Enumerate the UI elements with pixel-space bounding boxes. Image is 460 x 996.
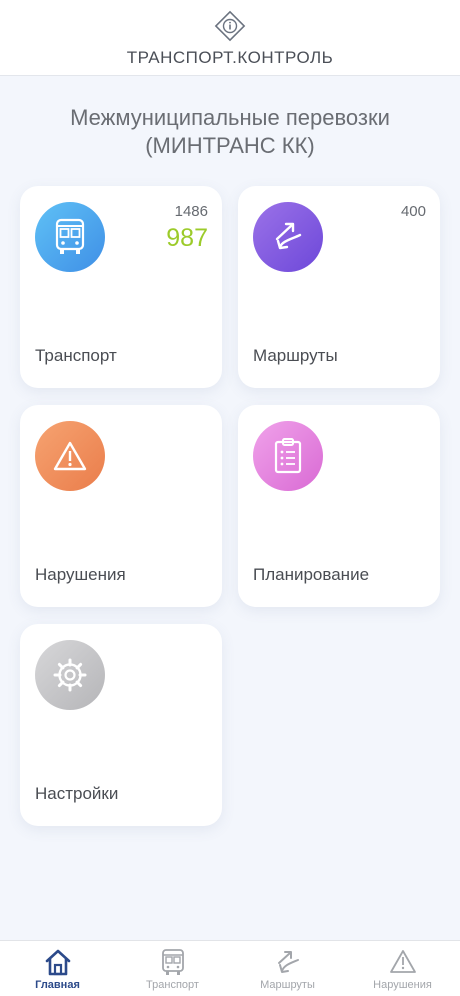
clipboard-icon (253, 421, 323, 491)
home-icon (45, 949, 71, 976)
tile-planning[interactable]: Планирование (238, 405, 440, 607)
route-icon (278, 951, 299, 973)
tab-transport[interactable]: Транспорт (115, 941, 230, 996)
tile-violations[interactable]: Нарушения (20, 405, 222, 607)
tile-settings-label: Настройки (35, 784, 119, 803)
tab-routes-label: Маршруты (260, 979, 315, 991)
bus-icon (35, 202, 105, 272)
route-icon (253, 202, 323, 272)
tile-violations-label: Нарушения (35, 565, 126, 584)
page-title-line1: Межмуниципальные перевозки (70, 105, 390, 130)
tile-transport[interactable]: 1486 987 Транспорт (20, 186, 222, 388)
app-title: ТРАНСПОРТ.КОНТРОЛЬ (126, 48, 334, 67)
bus-icon (162, 949, 184, 975)
tab-violations[interactable]: Нарушения (345, 941, 460, 996)
warning-icon (390, 950, 416, 973)
tab-transport-label: Транспорт (146, 979, 199, 991)
tab-home[interactable]: Главная (0, 941, 115, 996)
transport-total-count: 1486 (174, 203, 208, 220)
page-title-line2: (МИНТРАНС КК) (145, 133, 315, 158)
bottom-tab-bar: Главная Транспорт Маршруты Нарушения (0, 940, 460, 996)
tab-home-label: Главная (35, 979, 80, 991)
app-header: ТРАНСПОРТ.КОНТРОЛЬ (0, 0, 460, 76)
gear-icon (35, 640, 105, 710)
tile-transport-label: Транспорт (35, 346, 117, 365)
tab-routes[interactable]: Маршруты (230, 941, 345, 996)
routes-total-count: 400 (400, 203, 426, 220)
page-title: Межмуниципальные перевозки (МИНТРАНС КК) (20, 104, 440, 160)
tile-planning-label: Планирование (253, 565, 370, 584)
tile-routes-label: Маршруты (253, 346, 338, 365)
transport-active-count: 987 (166, 224, 208, 252)
info-icon (214, 10, 246, 42)
tile-settings[interactable]: Настройки (20, 624, 222, 826)
warning-icon (35, 421, 105, 491)
tile-routes[interactable]: 400 Маршруты (238, 186, 440, 388)
tab-violations-label: Нарушения (373, 979, 432, 991)
